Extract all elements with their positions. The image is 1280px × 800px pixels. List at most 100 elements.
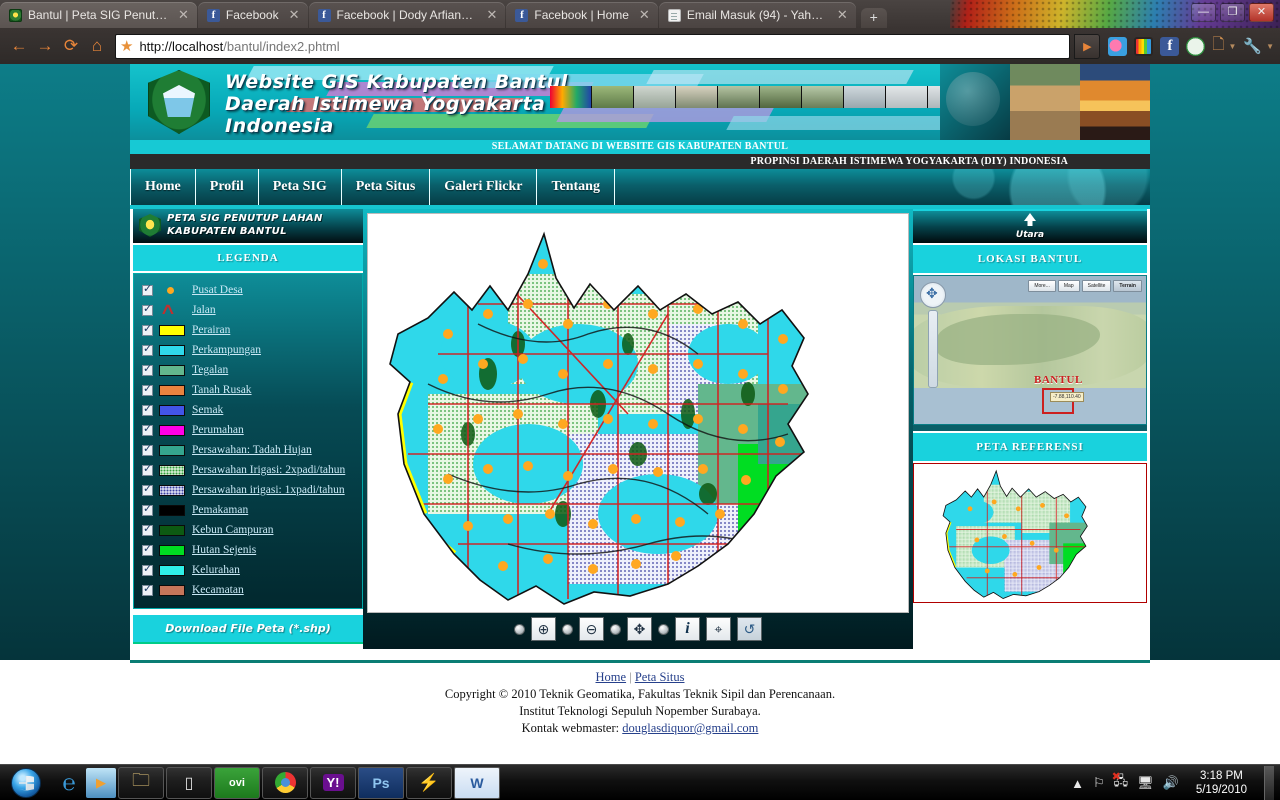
pan-radio[interactable] [610,623,621,635]
reference-map[interactable] [913,463,1147,603]
maximize-button[interactable]: ❐ [1220,3,1245,22]
legend-label[interactable]: Perumahan [192,424,244,436]
close-window-button[interactable]: ✕ [1249,3,1274,22]
tab-close-icon[interactable]: ✕ [178,7,189,23]
wrench-menu-icon[interactable]: 🔧 [1243,37,1262,55]
google-location-map[interactable]: More... Map Satellite Terrain BANTUL -7.… [913,275,1147,425]
legend-label[interactable]: Persawahan Irigasi: 2xpadi/tahun [192,464,345,476]
legend-label[interactable]: Pusat Desa [192,284,243,296]
forward-icon[interactable]: → [32,33,58,59]
browser-tab-facebook-home[interactable]: f Facebook | Home ✕ [506,2,658,28]
reload-icon[interactable]: ⟳ [58,33,84,59]
legend-label[interactable]: Kebun Campuran [192,524,273,536]
legend-row-kelurahan[interactable]: Kelurahan [142,560,362,580]
file-explorer-icon[interactable]: 🗀 [118,766,164,799]
legend-label[interactable]: Hutan Sejenis [192,544,256,556]
zoom-in-icon[interactable]: ⊕ [531,617,556,641]
legend-label[interactable]: Tegalan [192,364,228,376]
tab-close-icon[interactable]: ✕ [837,7,848,23]
taskbar-clock[interactable]: 3:18 PM 5/19/2010 [1188,769,1255,797]
browser-tab-facebook[interactable]: f Facebook ✕ [197,2,308,28]
display-icon[interactable]: 🖥 [1137,775,1154,791]
nav-item-tentang[interactable]: Tentang [537,169,615,205]
legend-checkbox[interactable] [142,483,153,496]
legend-checkbox[interactable] [142,443,153,456]
home-icon[interactable]: ⌂ [84,33,110,59]
flock-icon[interactable] [1108,36,1128,56]
legend-label[interactable]: Kelurahan [192,564,240,576]
page-menu-icon[interactable]: 🗋 [1212,34,1224,59]
bookmark-star-icon[interactable]: ★ [120,37,133,55]
legend-checkbox[interactable] [142,283,153,296]
browser-tab-yahoo-mail[interactable]: Email Masuk (94) - Yaho... ✕ [658,2,856,28]
phone-suite-icon[interactable]: ▯ [166,766,212,799]
legend-row-hutan-sejenis[interactable]: Hutan Sejenis [142,540,362,560]
zoom-full-extent-icon[interactable]: ⌖ [706,617,731,641]
identify-icon[interactable]: i [675,617,700,641]
volume-icon[interactable]: 🔊 [1163,775,1179,791]
legend-label[interactable]: Jalan [192,304,216,316]
legend-row-tanah-rusak[interactable]: Tanah Rusak [142,380,362,400]
legend-checkbox[interactable] [142,303,153,316]
legend-checkbox[interactable] [142,323,153,336]
legend-checkbox[interactable] [142,543,153,556]
browser-tab-bantul[interactable]: Bantul | Peta SIG Penutup... ✕ [0,2,197,28]
network-flag-icon[interactable]: ⚐ [1093,775,1105,791]
legend-label[interactable]: Perkampungan [192,344,261,356]
legend-checkbox[interactable] [142,503,153,516]
legend-row-pusat-desa[interactable]: Pusat Desa [142,280,362,300]
legend-checkbox[interactable] [142,343,153,356]
legend-label[interactable]: Pemakaman [192,504,248,516]
footer-link-home[interactable]: Home [596,670,627,684]
microsoft-word-icon[interactable]: W [454,766,500,799]
legend-label[interactable]: Kecamatan [192,584,244,596]
map-type-terrain[interactable]: Terrain [1113,280,1142,292]
legend-row-perairan[interactable]: Perairan [142,320,362,340]
legend-row-kecamatan[interactable]: Kecamatan [142,580,362,600]
tv-icon[interactable] [1134,36,1154,56]
legend-label[interactable]: Semak [192,404,223,416]
legend-row-perumahan[interactable]: Perumahan [142,420,362,440]
footer-link-peta-situs[interactable]: Peta Situs [635,670,685,684]
legend-checkbox[interactable] [142,423,153,436]
zoom-out-icon[interactable]: ⊖ [579,617,604,641]
winamp-icon[interactable]: ⚡ [406,766,452,799]
address-bar[interactable]: ★ http://localhost/bantul/index2.phtml [115,33,1071,59]
map-pan-control[interactable] [920,282,946,308]
legend-row-pemakaman[interactable]: Pemakaman [142,500,362,520]
tab-close-icon[interactable]: ✕ [487,7,498,23]
start-button[interactable] [4,767,48,799]
legend-row-persawahan-tadah-hujan[interactable]: Persawahan: Tadah Hujan [142,440,362,460]
zoom-out-radio[interactable] [562,623,573,635]
facebook-icon[interactable]: f [1160,36,1180,56]
google-chrome-icon[interactable] [262,766,308,799]
browser-tab-facebook-profile[interactable]: f Facebook | Dody Arfiansy... ✕ [308,2,506,28]
back-icon[interactable]: ← [6,33,32,59]
new-tab-button[interactable]: + [860,8,887,28]
zoom-in-radio[interactable] [514,623,525,635]
network-error-icon[interactable]: 🖧 ✖ [1112,771,1129,794]
download-shapefile-button[interactable]: Download File Peta (*.shp) [133,613,363,644]
legend-row-jalan[interactable]: Jalan [142,300,362,320]
ovi-suite-icon[interactable]: ovi [214,766,260,799]
pan-icon[interactable]: ✥ [627,617,652,641]
yahoo-messenger-icon[interactable] [1186,36,1206,56]
tab-close-icon[interactable]: ✕ [639,7,650,23]
legend-label[interactable]: Persawahan: Tadah Hujan [192,444,312,456]
legend-checkbox[interactable] [142,463,153,476]
legend-checkbox[interactable] [142,523,153,536]
legend-checkbox[interactable] [142,563,153,576]
nav-item-peta-sig[interactable]: Peta SIG [259,169,342,205]
nav-item-home[interactable]: Home [130,169,196,205]
legend-label[interactable]: Tanah Rusak [192,384,252,396]
legend-row-persawahan-irigasi-1x[interactable]: Persawahan irigasi: 1xpadi/tahun [142,480,362,500]
map-canvas[interactable] [367,213,909,613]
map-type-more[interactable]: More... [1028,280,1056,292]
legend-checkbox[interactable] [142,363,153,376]
identify-radio[interactable] [658,623,669,635]
legend-row-persawahan-irigasi-2x[interactable]: Persawahan Irigasi: 2xpadi/tahun [142,460,362,480]
internet-explorer-icon[interactable]: ℮ [54,768,84,798]
nav-item-galeri-flickr[interactable]: Galeri Flickr [430,169,538,205]
show-desktop-button[interactable] [1264,766,1274,800]
photoshop-icon[interactable]: Ps [358,766,404,799]
